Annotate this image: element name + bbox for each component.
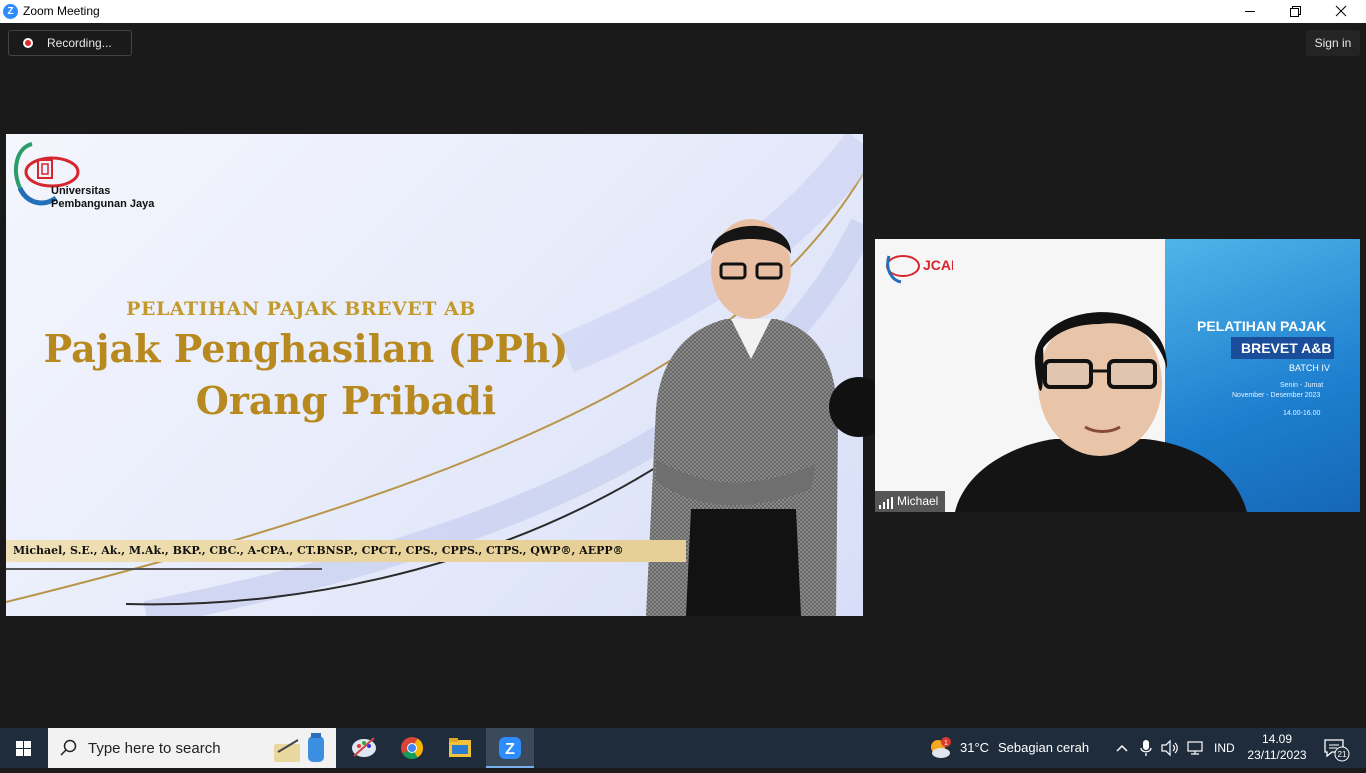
- participant-name: Michael: [897, 494, 939, 508]
- weather-description[interactable]: Sebagian cerah: [998, 740, 1089, 755]
- connection-signal-icon: [879, 497, 893, 509]
- zoom-icon: Z: [499, 737, 521, 759]
- participant-person: [955, 312, 1247, 512]
- notification-center-icon[interactable]: 21: [1322, 736, 1352, 762]
- volume-icon[interactable]: [1160, 739, 1180, 757]
- university-name-line2: Pembangunan Jaya: [51, 198, 155, 210]
- university-name-line1: Universitas: [51, 185, 111, 197]
- taskbar-clock[interactable]: 14.09 23/11/2023: [1240, 731, 1314, 763]
- record-icon: [23, 38, 33, 48]
- slide-heading-line1: Pajak Penghasilan (PPh): [43, 326, 569, 371]
- participant-name-tag: Michael: [875, 491, 945, 512]
- restore-button[interactable]: [1272, 0, 1318, 23]
- window-title: Zoom Meeting: [23, 4, 100, 18]
- bg-batch: BATCH IV: [1289, 363, 1330, 373]
- microphone-icon[interactable]: [1138, 739, 1154, 757]
- weather-badge: 1: [944, 740, 948, 747]
- search-placeholder: Type here to search: [88, 740, 221, 757]
- taskbar-chrome[interactable]: [388, 728, 436, 768]
- credentials-underline: [6, 568, 322, 570]
- close-icon: [1335, 5, 1347, 17]
- taskbar-paint[interactable]: [340, 728, 388, 768]
- sign-in-button[interactable]: Sign in: [1306, 30, 1360, 56]
- clock-time: 14.09: [1261, 732, 1293, 746]
- presenter-credentials: Michael, S.E., Ak., M.Ak., BKP., CBC., A…: [13, 544, 624, 557]
- svg-text:Z: Z: [505, 741, 515, 758]
- notification-count: 21: [1338, 750, 1347, 759]
- shared-screen: Universitas Pembangunan Jaya PELATIHAN P…: [6, 134, 863, 616]
- chevron-up-icon[interactable]: [1114, 740, 1130, 756]
- close-button[interactable]: [1318, 0, 1364, 23]
- windows-logo-icon: [16, 741, 31, 756]
- credentials-bar: Michael, S.E., Ak., M.Ak., BKP., CBC., A…: [6, 540, 686, 562]
- chrome-icon: [401, 737, 423, 759]
- weather-temperature[interactable]: 31°C: [960, 740, 989, 755]
- university-name: Universitas Pembangunan Jaya: [51, 185, 154, 211]
- search-highlight-illustration-icon: [274, 733, 324, 762]
- restore-icon: [1290, 6, 1301, 17]
- bg-time: 14.00-16.00: [1283, 410, 1321, 417]
- network-icon[interactable]: [1186, 739, 1206, 757]
- weather-icon[interactable]: 1: [926, 736, 954, 762]
- bg-days: Senin - Jumat: [1280, 382, 1324, 389]
- slide-heading-line2: Orang Pribadi: [195, 378, 497, 423]
- paint-icon: [352, 737, 376, 757]
- window-titlebar: Z Zoom Meeting: [0, 0, 1366, 23]
- slide-subtitle: PELATIHAN PAJAK BREVET AB: [126, 298, 476, 320]
- minimize-button[interactable]: [1227, 0, 1273, 23]
- recording-label: Recording...: [47, 36, 112, 50]
- taskbar-zoom[interactable]: Z: [486, 728, 534, 768]
- recording-indicator[interactable]: Recording...: [8, 30, 132, 56]
- file-explorer-icon: [449, 738, 471, 757]
- zoom-icon: Z: [3, 4, 18, 19]
- windows-taskbar: Type here to search Z 1 31°C Sebagian ce…: [0, 728, 1366, 768]
- search-icon: [60, 739, 77, 756]
- input-language[interactable]: IND: [1214, 741, 1235, 755]
- svg-text:JCAL: JCAL: [923, 257, 953, 273]
- start-button[interactable]: [0, 728, 48, 768]
- participant-video[interactable]: JCAL PELATIHAN PAJAK BREVET A&B BATCH IV…: [875, 239, 1360, 512]
- clock-date: 23/11/2023: [1247, 748, 1307, 762]
- minimize-icon: [1245, 11, 1255, 12]
- taskbar-search-box[interactable]: Type here to search: [48, 728, 336, 768]
- taskbar-file-explorer[interactable]: [436, 728, 484, 768]
